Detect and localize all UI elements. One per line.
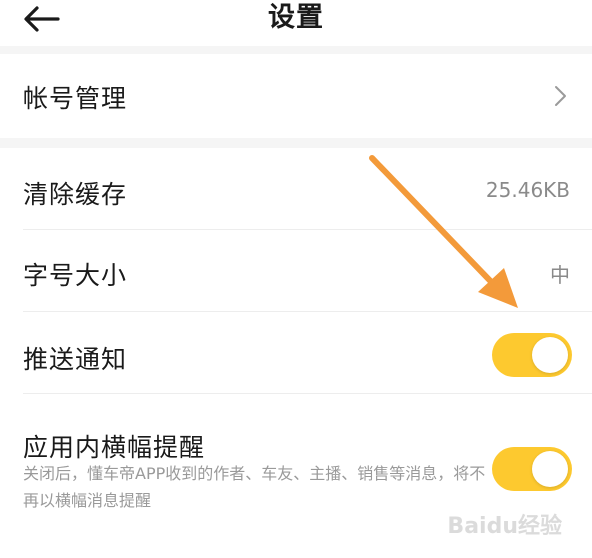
push-notification-row: 推送通知 [0, 312, 592, 394]
page-title: 设置 [268, 2, 324, 33]
section-gap [0, 138, 592, 148]
banner-reminder-description: 关闭后，懂车帝APP收到的作者、车友、主播、销售等消息，将不再以横幅消息提醒 [23, 464, 486, 510]
push-notification-toggle[interactable] [492, 333, 572, 377]
cache-size-value: 25.46KB [485, 178, 570, 202]
clear-cache-label: 清除缓存 [23, 180, 128, 209]
chevron-right-icon [555, 86, 566, 106]
font-size-row[interactable]: 字号大小 中 [0, 230, 592, 312]
push-notification-label: 推送通知 [23, 345, 128, 374]
toggle-knob [532, 451, 568, 487]
clear-cache-row[interactable]: 清除缓存 25.46KB [0, 148, 592, 230]
baidu-watermark: Baidu经验 [447, 514, 562, 539]
header-bar: 设置 [0, 0, 592, 46]
toggle-knob [532, 337, 568, 373]
font-size-value: 中 [550, 263, 570, 287]
banner-reminder-label: 应用内横幅提醒 [23, 433, 206, 462]
font-size-label: 字号大小 [23, 261, 128, 290]
account-management-label: 帐号管理 [23, 84, 128, 113]
section-gap [0, 46, 592, 54]
account-management-row[interactable]: 帐号管理 [0, 54, 592, 138]
banner-reminder-toggle[interactable] [492, 447, 572, 491]
